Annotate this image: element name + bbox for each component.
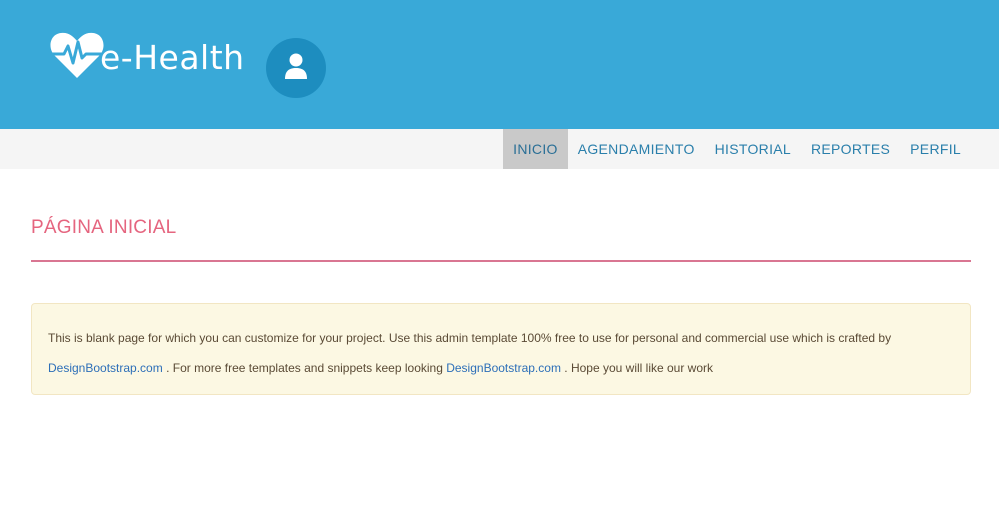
heart-pulse-icon (48, 30, 106, 80)
user-avatar-button[interactable] (266, 38, 326, 98)
page-title: PÁGINA INICIAL (31, 217, 177, 238)
nav-item-inicio[interactable]: INICIO (503, 129, 568, 169)
user-icon (284, 53, 308, 84)
logo[interactable]: e-Health (48, 30, 245, 80)
nav-item-perfil[interactable]: PERFIL (900, 129, 971, 169)
title-divider (31, 260, 971, 262)
alert-text-1: This is blank page for which you can cus… (48, 331, 892, 345)
alert-text-2: . For more free templates and snippets k… (162, 361, 447, 375)
designbootstrap-link-2[interactable]: DesignBootstrap.com (446, 361, 561, 375)
nav-menu: INICIO AGENDAMIENTO HISTORIAL REPORTES P… (503, 129, 971, 169)
info-alert: This is blank page for which you can cus… (31, 303, 971, 395)
header-bar: e-Health (0, 0, 999, 129)
nav-item-reportes[interactable]: REPORTES (801, 129, 900, 169)
logo-text: e-Health (100, 37, 245, 77)
nav-item-historial[interactable]: HISTORIAL (705, 129, 801, 169)
designbootstrap-link-1[interactable]: DesignBootstrap.com (48, 361, 163, 375)
nav-item-agendamiento[interactable]: AGENDAMIENTO (568, 129, 705, 169)
alert-text-3: . Hope you will like our work (560, 361, 714, 375)
main-navbar: INICIO AGENDAMIENTO HISTORIAL REPORTES P… (0, 129, 999, 169)
